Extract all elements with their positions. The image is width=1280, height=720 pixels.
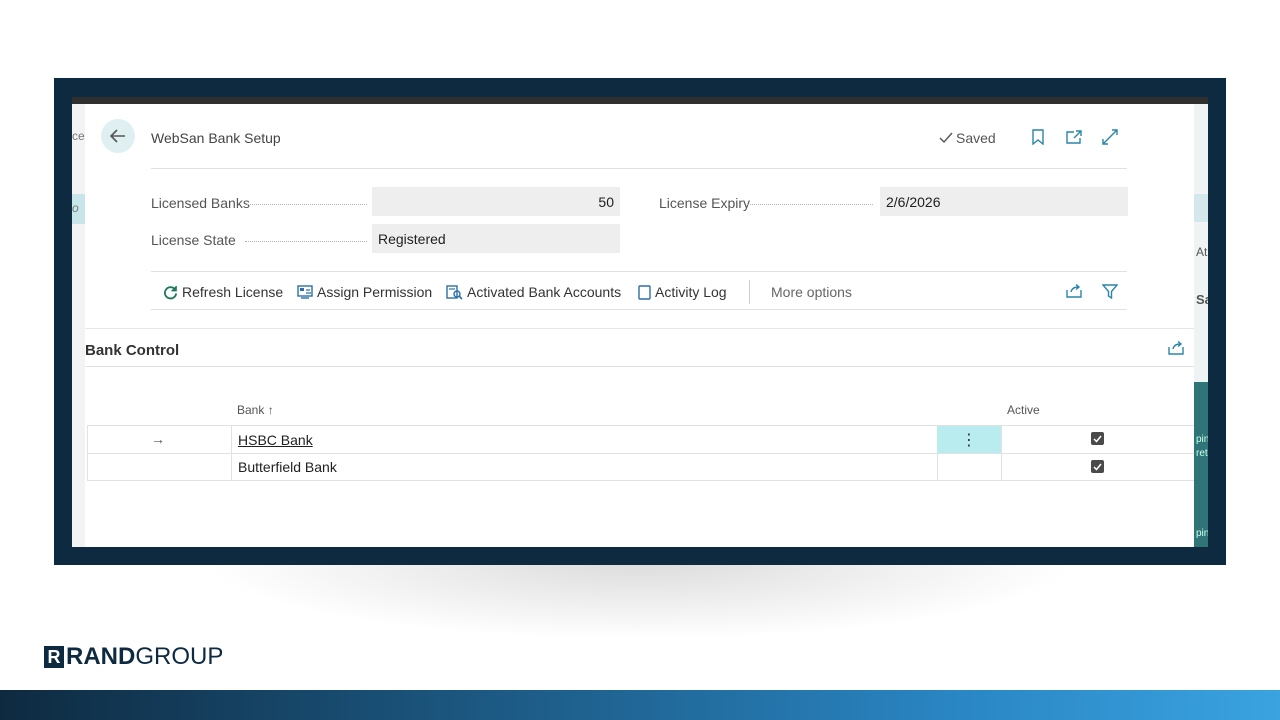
actions-separator: [749, 280, 750, 304]
background-fragment: Sa: [1196, 292, 1208, 307]
refresh-license-action[interactable]: Refresh License: [163, 284, 283, 300]
license-expiry-label: License Expiry: [659, 195, 751, 211]
refresh-icon: [164, 285, 178, 299]
background-fragment: ce: [72, 129, 85, 143]
permission-icon: [297, 284, 313, 299]
filter-button[interactable]: [1101, 282, 1119, 300]
more-options-label: More options: [771, 284, 852, 300]
logo-text: RANDGROUP: [66, 643, 223, 671]
setup-dialog: WebSan Bank Setup Saved Licensed Banks 5…: [85, 104, 1194, 547]
assign-permission-label: Assign Permission: [317, 284, 433, 300]
subpage-share-button[interactable]: [1167, 339, 1185, 357]
arrow-left-icon: [109, 129, 125, 143]
background-fragment: o: [72, 201, 79, 215]
bottom-gradient-bar: [0, 690, 1280, 720]
open-in-new-window-button[interactable]: [1065, 128, 1083, 146]
license-state-label: License State: [151, 232, 236, 248]
license-expiry-field[interactable]: 2/6/2026: [880, 187, 1128, 216]
subpage-header-divider: [85, 366, 1194, 367]
bank-search-icon: [446, 284, 463, 300]
sort-ascending-icon: ↑: [267, 403, 274, 417]
background-highlight: [1194, 194, 1208, 222]
field-leader-dots: [747, 204, 873, 205]
open-in-new-window-icon: [1066, 130, 1082, 144]
licensed-banks-field[interactable]: 50: [372, 187, 620, 216]
checkmark-icon: [939, 132, 953, 144]
randgroup-logo: R RANDGROUP: [44, 643, 223, 671]
bank-column-header[interactable]: Bank ↑: [237, 403, 274, 417]
licensed-banks-label: Licensed Banks: [151, 195, 250, 211]
share-icon: [1168, 341, 1184, 355]
field-leader-dots: [247, 204, 367, 205]
activity-log-label: Activity Log: [655, 284, 727, 300]
screen-top-bar: [72, 97, 1208, 104]
share-button[interactable]: [1065, 282, 1083, 300]
activated-bank-accounts-label: Activated Bank Accounts: [467, 284, 622, 300]
app-screen: ce o At Sa pin ret pin WebSan Bank Setup…: [72, 97, 1208, 547]
background-page-right: At Sa pin ret pin: [1194, 104, 1208, 547]
checkmark-icon: [1093, 463, 1102, 471]
bank-cell[interactable]: Butterfield Bank: [238, 459, 337, 475]
subpage-divider: [85, 328, 1194, 329]
license-expiry-value: 2/6/2026: [886, 193, 941, 210]
actions-divider: [151, 309, 1127, 310]
saved-status: Saved: [939, 130, 996, 146]
more-options-action[interactable]: More options: [771, 284, 852, 300]
bookmark-button[interactable]: [1029, 128, 1047, 146]
bank-cell-link[interactable]: HSBC Bank: [238, 432, 313, 448]
back-button[interactable]: [101, 119, 135, 153]
checkmark-icon: [1093, 435, 1102, 443]
share-icon: [1066, 284, 1082, 298]
more-vertical-icon: ⋮: [961, 431, 977, 449]
background-fragment: ret: [1196, 448, 1208, 459]
current-row-arrow-icon: →: [151, 431, 165, 447]
grid-column-line: [1001, 425, 1002, 480]
refresh-license-label: Refresh License: [182, 284, 284, 300]
license-state-field[interactable]: Registered: [372, 224, 620, 253]
logo-text-bold: RAND: [66, 643, 136, 670]
fields-divider: [151, 271, 1127, 272]
frame-shadow: [200, 560, 1080, 640]
row-divider: [87, 453, 1194, 454]
active-checkbox[interactable]: [1091, 432, 1104, 445]
logo-text-regular: GROUP: [135, 643, 224, 670]
license-state-value: Registered: [378, 230, 446, 247]
expand-icon: [1102, 129, 1118, 145]
saved-status-label: Saved: [956, 130, 996, 146]
background-fragment: pin: [1196, 528, 1208, 539]
grid-border: [87, 425, 88, 480]
row-actions-button[interactable]: ⋮: [937, 426, 1001, 453]
bank-control-title: Bank Control: [85, 342, 180, 359]
header-divider: [151, 168, 1127, 169]
expand-button[interactable]: [1101, 128, 1119, 146]
background-panel: [1194, 382, 1208, 547]
bookmark-icon: [1032, 129, 1044, 145]
activity-log-action[interactable]: Activity Log: [638, 284, 727, 300]
grid-column-line: [231, 425, 232, 480]
active-column-header[interactable]: Active: [1007, 403, 1040, 417]
presentation-slide: ce o At Sa pin ret pin WebSan Bank Setup…: [0, 0, 1280, 720]
logo-mark: R: [44, 646, 64, 668]
filter-icon: [1102, 283, 1118, 299]
document-icon: [638, 284, 651, 300]
row-divider: [87, 480, 1194, 481]
background-fragment: pin: [1196, 434, 1208, 445]
licensed-banks-value: 50: [598, 193, 614, 210]
field-leader-dots: [245, 241, 367, 242]
assign-permission-action[interactable]: Assign Permission: [297, 284, 432, 300]
activated-bank-accounts-action[interactable]: Activated Bank Accounts: [446, 284, 621, 300]
background-page-left: ce o: [72, 104, 86, 547]
bank-column-label: Bank: [237, 403, 265, 417]
background-fragment: At: [1196, 245, 1208, 259]
row-divider: [87, 425, 1194, 426]
active-checkbox[interactable]: [1091, 460, 1104, 473]
page-title: WebSan Bank Setup: [151, 130, 281, 146]
